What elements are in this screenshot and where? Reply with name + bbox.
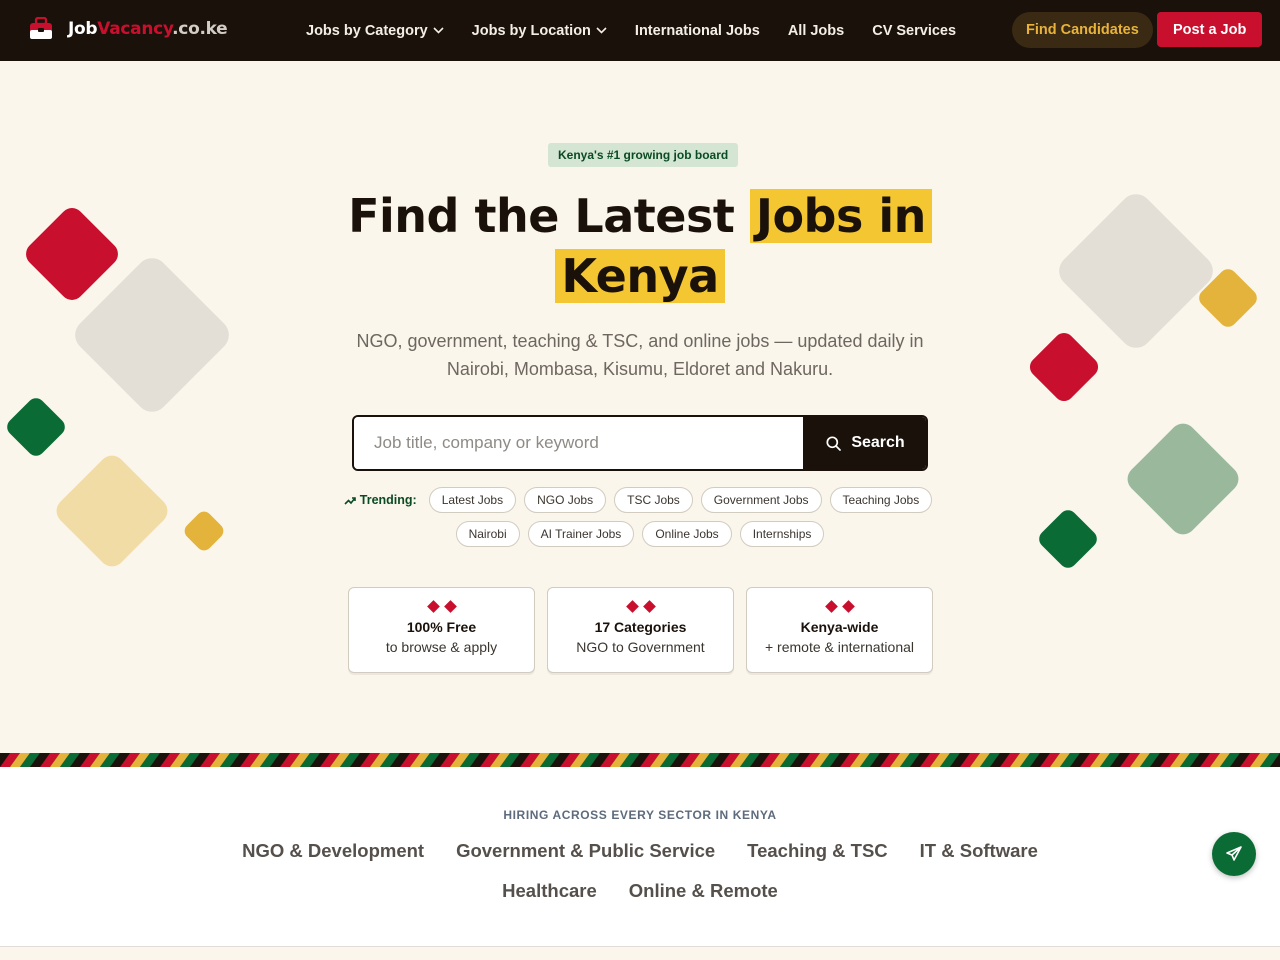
sector-link[interactable]: Healthcare <box>502 879 597 903</box>
nav-jobs-by-location[interactable]: Jobs by Location <box>472 23 607 39</box>
diamond-dots-icon <box>349 600 534 613</box>
nav-all-jobs[interactable]: All Jobs <box>788 23 844 39</box>
decor-diamond-beige <box>1052 187 1220 355</box>
nav-cv-services[interactable]: CV Services <box>872 23 956 39</box>
briefcase-icon <box>30 17 52 39</box>
job-search-bar: Search <box>352 415 928 471</box>
main-nav: Jobs by Category Jobs by Location Intern… <box>306 0 984 61</box>
feature-card-subtitle: to browse & apply <box>385 639 498 655</box>
hero-subtext: NGO, government, teaching & TSC, and onl… <box>356 331 924 379</box>
sector-link[interactable]: Government & Public Service <box>456 839 715 863</box>
decor-diamond-red <box>21 203 123 305</box>
feature-card: 100% Free to browse & apply <box>348 587 535 673</box>
trending-chip[interactable]: Latest Jobs <box>428 487 517 513</box>
trending-chip[interactable]: Nairobi <box>455 521 520 547</box>
trending-chip[interactable]: Government Jobs <box>700 487 822 513</box>
sector-link[interactable]: Online & Remote <box>629 879 778 903</box>
decor-diamond-red <box>1025 328 1103 406</box>
site-logo[interactable]: JobVacancy.co.ke <box>28 17 228 41</box>
trending-chip[interactable]: Online Jobs <box>642 521 732 547</box>
flag-stripe-divider <box>0 753 1280 767</box>
hero-headline: Find the Latest Jobs in Kenya <box>340 186 940 306</box>
decor-diamond-green <box>3 394 69 460</box>
sectors-section: HIRING ACROSS EVERY SECTOR IN KENYA NGO … <box>0 767 1280 947</box>
chevron-down-icon <box>596 27 607 34</box>
send-icon <box>1226 846 1242 861</box>
decor-diamond-cream <box>51 450 173 572</box>
sector-link[interactable]: NGO & Development <box>242 839 424 863</box>
trending-chip[interactable]: AI Trainer Jobs <box>527 521 635 547</box>
trending-chip[interactable]: Internships <box>739 521 825 547</box>
feature-card-subtitle: + remote & international <box>764 639 915 655</box>
site-header: JobVacancy.co.ke Jobs by Category Jobs b… <box>0 0 1280 61</box>
sector-link[interactable]: IT & Software <box>920 839 1038 863</box>
find-candidates-button[interactable]: Find Candidates <box>1012 12 1153 48</box>
trending-chip[interactable]: NGO Jobs <box>524 487 607 513</box>
feature-card-title: 17 Categories <box>594 619 687 635</box>
feature-card-title: 100% Free <box>406 619 477 635</box>
decor-diamond-sage <box>1122 418 1244 540</box>
trending-chip[interactable]: TSC Jobs <box>614 487 693 513</box>
trending-searches: Trending: Latest Jobs NGO Jobs TSC Jobs … <box>340 487 940 547</box>
hero-badge: Kenya's #1 growing job board <box>548 143 739 167</box>
trending-label: Trending: <box>344 493 417 507</box>
sectors-title: HIRING ACROSS EVERY SECTOR IN KENYA <box>503 808 777 822</box>
telegram-fab-button[interactable] <box>1212 832 1256 876</box>
headline-highlight: Kenya <box>555 249 725 303</box>
sector-list: NGO & Development Government & Public Se… <box>180 839 1100 903</box>
chevron-down-icon <box>433 27 444 34</box>
trending-up-icon <box>344 496 356 505</box>
post-job-button[interactable]: Post a Job <box>1157 12 1263 47</box>
feature-card-subtitle: NGO to Government <box>576 639 705 655</box>
diamond-dots-icon <box>747 600 932 613</box>
feature-card: Kenya-wide + remote & international <box>746 587 933 673</box>
search-button[interactable]: Search <box>803 417 926 469</box>
feature-card: 17 Categories NGO to Government <box>547 587 734 673</box>
decor-diamond-green <box>1035 506 1101 572</box>
site-logo-text: JobVacancy.co.ke <box>68 19 228 39</box>
sector-link[interactable]: Teaching & TSC <box>747 839 887 863</box>
headline-highlight: Jobs in <box>749 189 932 243</box>
nav-jobs-by-category[interactable]: Jobs by Category <box>306 23 444 39</box>
feature-cards: 100% Free to browse & apply 17 Categorie… <box>348 587 933 673</box>
search-input[interactable] <box>354 417 802 469</box>
feature-card-title: Kenya-wide <box>800 619 879 635</box>
trending-chip[interactable]: Teaching Jobs <box>829 487 933 513</box>
nav-international-jobs[interactable]: International Jobs <box>635 23 760 39</box>
decor-diamond-gold <box>181 508 227 554</box>
diamond-dots-icon <box>548 600 733 613</box>
search-icon <box>826 435 842 451</box>
